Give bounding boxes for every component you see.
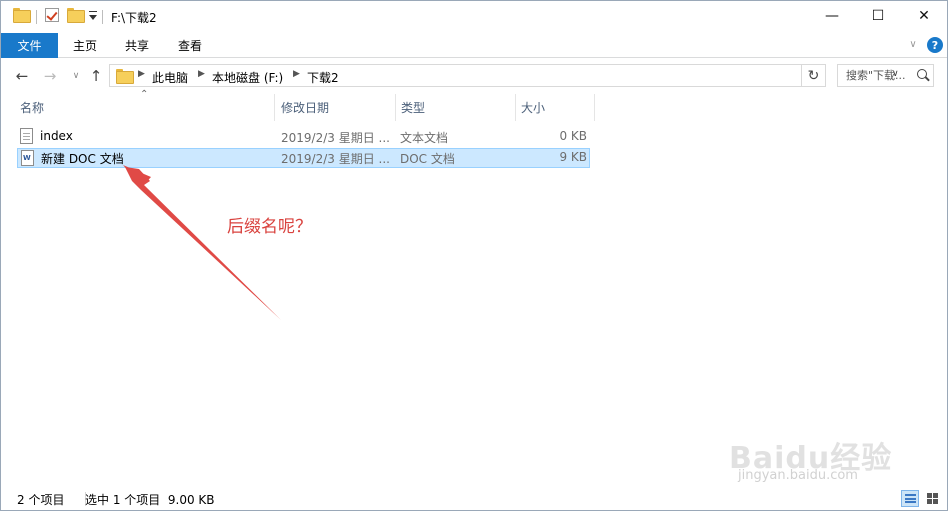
selection-info: 选中 1 个项目 9.00 KB [85, 493, 215, 507]
folder-icon[interactable] [13, 8, 31, 23]
tab-share[interactable]: 共享 [125, 33, 149, 58]
search-input[interactable] [838, 65, 916, 86]
explorer-window: F:\下载2 — ☐ ✕ 文件 主页 共享 查看 ∨ ? ← → ∨ ↑ ▶ 此… [0, 0, 948, 511]
column-header-name[interactable]: 名称 [14, 94, 274, 121]
annotation-arrow-shape [125, 167, 281, 320]
address-folder-icon [116, 69, 134, 84]
window-title: F:\下载2 [111, 11, 157, 25]
minimize-button[interactable]: — [809, 1, 855, 31]
annotation-text: 后缀名呢？ [227, 217, 312, 237]
search-box[interactable] [837, 64, 934, 87]
file-row-selected[interactable]: 新建 DOC 文档 2019/2/3 星期日 ... DOC 文档 9 KB [17, 148, 590, 168]
breadcrumb-arrow-icon[interactable]: ▶ [138, 69, 145, 79]
title-bar: F:\下载2 — ☐ ✕ [1, 1, 947, 33]
breadcrumb-local-disk[interactable]: 本地磁盘 (F:) [212, 69, 283, 86]
column-header-type[interactable]: 类型 [395, 94, 515, 121]
maximize-button[interactable]: ☐ [855, 1, 901, 31]
column-header-size[interactable]: 大小 [515, 94, 594, 121]
breadcrumb-arrow-icon[interactable]: ▶ [293, 69, 300, 79]
tab-view[interactable]: 查看 [178, 33, 202, 58]
details-view-icon[interactable] [901, 490, 919, 507]
close-button[interactable]: ✕ [901, 1, 947, 31]
item-count: 2 个项目 [17, 493, 65, 507]
word-document-icon [21, 150, 34, 166]
customize-toolbar-dropdown-icon[interactable] [89, 11, 97, 20]
expand-ribbon-chevron-icon[interactable]: ∨ [906, 39, 920, 51]
new-folder-icon[interactable] [67, 8, 85, 23]
annotation-arrow-head [123, 165, 151, 187]
help-icon[interactable]: ? [927, 37, 943, 53]
file-name: 新建 DOC 文档 [41, 152, 124, 166]
text-document-icon [20, 128, 33, 144]
file-size: 9 KB [559, 150, 587, 164]
properties-check-icon[interactable] [45, 8, 59, 22]
file-type: DOC 文档 [400, 152, 455, 166]
address-bar[interactable]: ▶ 此电脑 ▶ 本地磁盘 (F:) ▶ 下载2 ∨ [109, 64, 899, 87]
tab-home[interactable]: 主页 [73, 33, 97, 58]
file-type: 文本文档 [400, 131, 449, 145]
breadcrumb-this-pc[interactable]: 此电脑 [152, 69, 188, 86]
back-arrow-icon[interactable]: ← [11, 65, 33, 87]
recent-locations-chevron-icon[interactable]: ∨ [65, 65, 87, 87]
title-separator [102, 10, 103, 24]
status-bar: 2 个项目 选中 1 个项目 9.00 KB [1, 487, 947, 511]
large-icons-view-icon[interactable] [923, 490, 941, 507]
breadcrumb-arrow-icon[interactable]: ▶ [198, 69, 205, 79]
breadcrumb-current-folder[interactable]: 下载2 [307, 69, 339, 86]
quick-access-separator [36, 10, 37, 24]
forward-arrow-icon[interactable]: → [39, 65, 61, 87]
tab-file[interactable]: 文件 [1, 33, 58, 58]
search-icon[interactable] [917, 69, 927, 79]
baidu-watermark-url: jingyan.baidu.com [738, 468, 858, 483]
file-date: 2019/2/3 星期日 ... [281, 152, 390, 166]
ribbon-tabs: 文件 主页 共享 查看 ∨ ? [1, 33, 947, 58]
file-row[interactable]: index 2019/2/3 星期日 ... 文本文档 0 KB [17, 127, 590, 147]
file-size: 0 KB [559, 129, 587, 143]
column-divider[interactable] [594, 94, 595, 121]
up-arrow-icon[interactable]: ↑ [85, 65, 107, 87]
file-date: 2019/2/3 星期日 ... [281, 131, 390, 145]
refresh-icon[interactable]: ↻ [802, 64, 826, 87]
column-header-date[interactable]: 修改日期 [275, 94, 395, 121]
file-name: index [40, 129, 73, 143]
navigation-bar: ← → ∨ ↑ ▶ 此电脑 ▶ 本地磁盘 (F:) ▶ 下载2 ∨ ↻ [1, 59, 947, 93]
